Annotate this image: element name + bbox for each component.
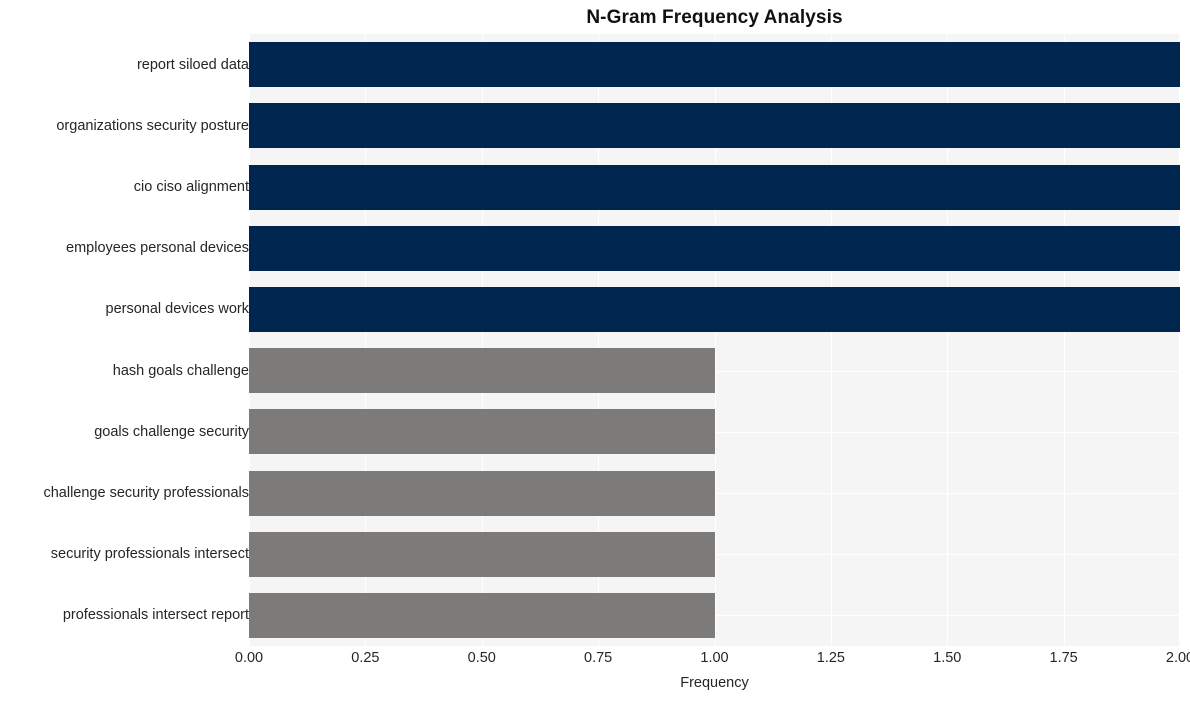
x-axis-tick-label: 0.00 [234, 650, 264, 666]
y-axis-tick-label: report siloed data [136, 57, 249, 73]
y-axis-tick-label: employees personal devices [66, 240, 249, 256]
x-axis-title: Frequency [680, 675, 749, 691]
bar[interactable] [249, 593, 715, 638]
y-axis-tick-label: organizations security posture [56, 118, 249, 134]
y-axis-tick-label: challenge security professionals [43, 485, 249, 501]
y-axis-tick-label: goals challenge security [94, 424, 249, 440]
y-axis-tick-label: cio ciso alignment [133, 179, 249, 195]
bar[interactable] [249, 42, 1180, 87]
y-axis-tick-labels: report siloed data organizations security… [0, 34, 249, 646]
x-axis-tick-label: 1.25 [816, 650, 845, 666]
bar[interactable] [249, 532, 715, 577]
x-axis-tick-label: 1.75 [1049, 650, 1078, 666]
bar[interactable] [249, 409, 715, 454]
y-axis-tick-label: professionals intersect report [62, 607, 249, 623]
bar[interactable] [249, 348, 715, 393]
bar[interactable] [249, 103, 1180, 148]
bar[interactable] [249, 165, 1180, 210]
y-axis-tick-label: security professionals intersect [50, 546, 249, 562]
x-axis-tick-label: 1.50 [933, 650, 962, 666]
x-axis-tick-label: 0.75 [584, 650, 613, 666]
plot-area [249, 34, 1180, 646]
bar[interactable] [249, 287, 1180, 332]
bar[interactable] [249, 471, 715, 516]
x-axis-tick-label: 2.00 [1165, 650, 1190, 666]
x-axis-tick-label: 0.50 [467, 650, 496, 666]
y-axis-tick-label: hash goals challenge [112, 363, 249, 379]
x-axis-tick-label: 1.00 [700, 650, 729, 666]
chart-figure: N-Gram Frequency Analysis report siloed … [0, 0, 1190, 701]
chart-title: N-Gram Frequency Analysis [586, 7, 843, 28]
y-axis-tick-label: personal devices work [105, 301, 249, 317]
x-axis-tick-label: 0.25 [351, 650, 380, 666]
bar[interactable] [249, 226, 1180, 271]
x-axis-tick-labels: 0.00 0.25 0.50 0.75 1.00 1.25 1.50 1.75 2.00 [235, 649, 1190, 671]
